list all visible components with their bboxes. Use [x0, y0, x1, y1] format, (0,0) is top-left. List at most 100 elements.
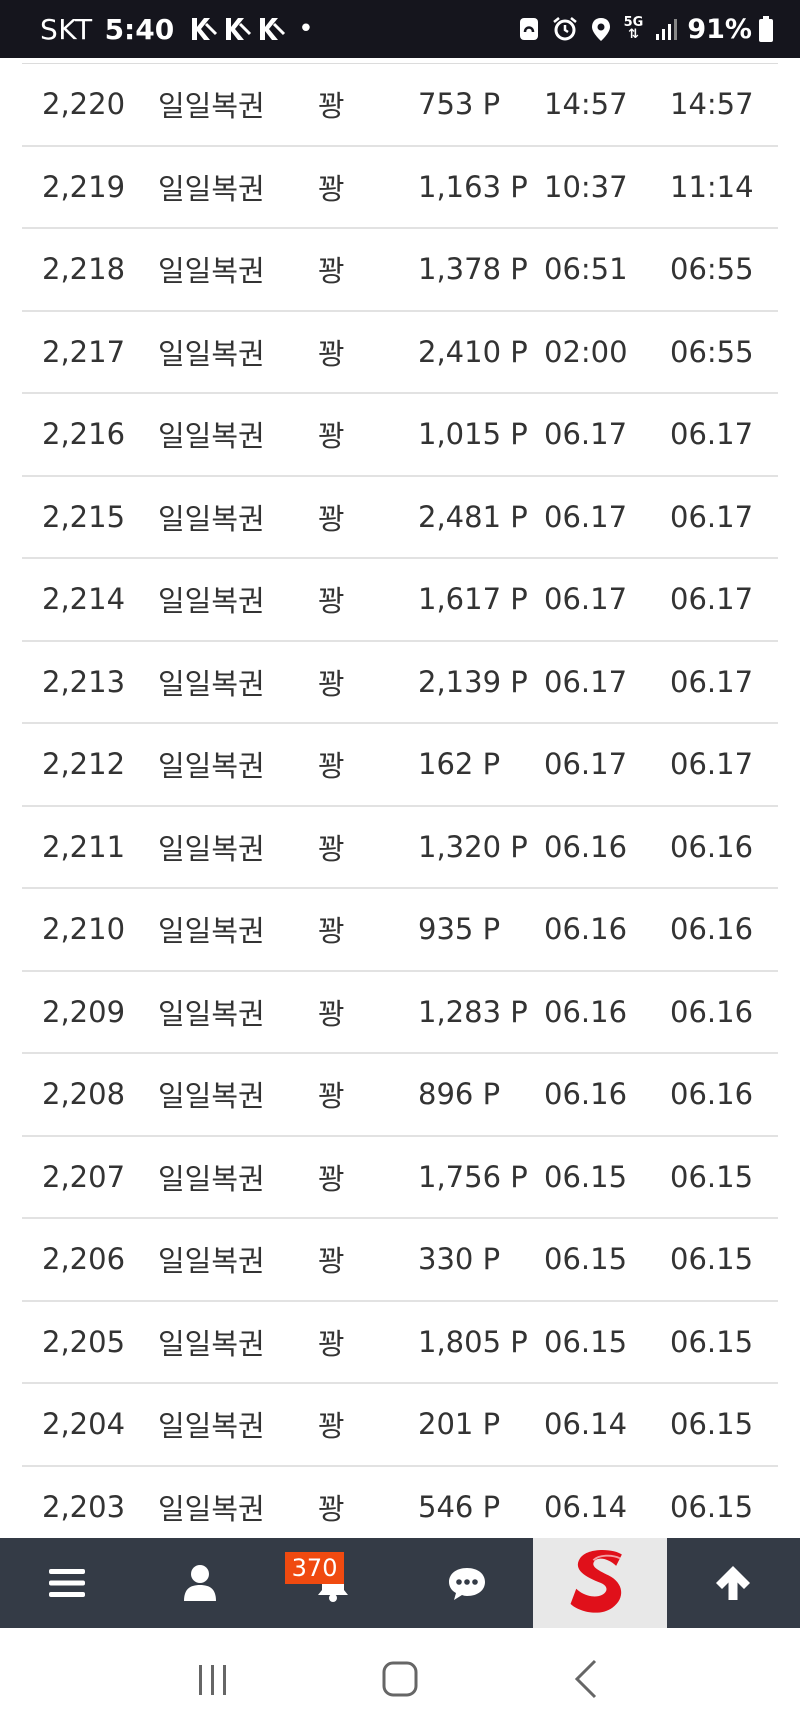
notification-count-badge: 370	[284, 1552, 345, 1584]
end-time: 06.15	[670, 1407, 754, 1442]
lottery-name: 일일복권	[158, 336, 265, 371]
home-button[interactable]	[378, 1657, 422, 1705]
user-icon	[183, 1565, 216, 1601]
recent-apps-button[interactable]	[191, 1657, 235, 1705]
table-row[interactable]: 2,210 일일복권 꽝 935 P 06.16 06.16	[22, 889, 778, 972]
location-icon	[591, 18, 610, 41]
table-row[interactable]: 2,214 일일복권 꽝 1,617 P 06.17 06.17	[22, 559, 778, 642]
notification-button[interactable]: 370	[267, 1538, 400, 1628]
end-time: 06.17	[670, 417, 754, 452]
row-number: 2,205	[42, 1324, 126, 1359]
table-row[interactable]: 2,217 일일복권 꽝 2,410 P 02:00 06:55	[22, 312, 778, 394]
table-row[interactable]: 2,207 일일복권 꽝 1,756 P 06.15 06.15	[22, 1137, 778, 1219]
result-type: 꽝	[318, 419, 345, 454]
end-time: 14:57	[670, 87, 754, 122]
end-time: 06.16	[670, 912, 754, 947]
result-type: 꽝	[318, 171, 345, 206]
table-row[interactable]: 2,209 일일복권 꽝 1,283 P 06.16 06.16	[22, 972, 778, 1054]
back-button[interactable]	[565, 1657, 609, 1705]
lottery-name: 일일복권	[158, 831, 265, 866]
table-row[interactable]: 2,220 일일복권 꽝 753 P 14:57 14:57	[22, 64, 778, 147]
recent-apps-icon	[199, 1665, 227, 1695]
result-type: 꽝	[318, 996, 345, 1031]
result-type: 꽝	[318, 914, 345, 949]
data-arrows: ⇅	[628, 27, 639, 42]
row-number: 2,206	[42, 1242, 126, 1277]
start-time: 06.17	[544, 582, 628, 617]
row-number: 2,220	[42, 87, 126, 122]
lottery-name: 일일복권	[158, 171, 265, 206]
start-time: 06.17	[544, 499, 628, 534]
table-row[interactable]: 2,211 일일복권 꽝 1,320 P 06.16 06.16	[22, 807, 778, 889]
points-value: 330 P	[418, 1242, 501, 1277]
lottery-name: 일일복권	[158, 1409, 265, 1444]
start-time: 02:00	[544, 334, 628, 369]
chat-button[interactable]	[400, 1538, 533, 1628]
table-row[interactable]: 2,212 일일복권 꽝 162 P 06.17 06.17	[22, 724, 778, 807]
start-time: 06.14	[544, 1407, 628, 1442]
result-type: 꽝	[318, 336, 345, 371]
start-time: 06.16	[544, 994, 628, 1029]
start-time: 06:51	[544, 252, 628, 287]
points-value: 1,015 P	[418, 417, 528, 452]
table-row[interactable]: 2,206 일일복권 꽝 330 P 06.15 06.15	[22, 1219, 778, 1302]
k-notification-icon	[260, 18, 286, 40]
system-navigation-bar	[0, 1628, 800, 1734]
end-time: 06.16	[670, 1077, 754, 1112]
lottery-name: 일일복권	[158, 1079, 265, 1114]
table-row[interactable]: 2,205 일일복권 꽝 1,805 P 06.15 06.15	[22, 1302, 778, 1384]
start-time: 06.16	[544, 1077, 628, 1112]
end-time: 06.17	[670, 747, 754, 782]
row-number: 2,207	[42, 1159, 126, 1194]
menu-button[interactable]	[0, 1538, 133, 1628]
end-time: 06.15	[670, 1324, 754, 1359]
end-time: 06.15	[670, 1242, 754, 1277]
start-time: 14:57	[544, 87, 628, 122]
lottery-name: 일일복권	[158, 1244, 265, 1279]
table-row[interactable]: 2,213 일일복권 꽝 2,139 P 06.17 06.17	[22, 642, 778, 724]
clock: 5:40	[104, 12, 175, 46]
table-row[interactable]: 2,204 일일복권 꽝 201 P 06.14 06.15	[22, 1384, 778, 1467]
row-number: 2,213	[42, 664, 126, 699]
table-row[interactable]: 2,219 일일복권 꽝 1,163 P 10:37 11:14	[22, 147, 778, 229]
result-type: 꽝	[318, 1161, 345, 1196]
points-value: 2,481 P	[418, 499, 528, 534]
result-type: 꽝	[318, 501, 345, 536]
table-row[interactable]: 2,215 일일복권 꽝 2,481 P 06.17 06.17	[22, 477, 778, 559]
row-number: 2,209	[42, 994, 126, 1029]
table-row[interactable]: 2,216 일일복권 꽝 1,015 P 06.17 06.17	[22, 394, 778, 477]
user-button[interactable]	[133, 1538, 266, 1628]
end-time: 06.17	[670, 582, 754, 617]
row-number: 2,203	[42, 1489, 126, 1524]
table-row[interactable]: 2,208 일일복권 꽝 896 P 06.16 06.16	[22, 1054, 778, 1137]
row-number: 2,218	[42, 252, 126, 287]
points-value: 1,617 P	[418, 582, 528, 617]
table-row[interactable]: 2,218 일일복권 꽝 1,378 P 06:51 06:55	[22, 229, 778, 312]
result-type: 꽝	[318, 1491, 345, 1526]
end-time: 06.16	[670, 994, 754, 1029]
result-type: 꽝	[318, 89, 345, 124]
bottom-toolbar: 370	[0, 1538, 800, 1628]
start-time: 10:37	[544, 169, 628, 204]
result-type: 꽝	[318, 666, 345, 701]
lottery-history-table: 2,220 일일복권 꽝 753 P 14:57 14:57 2,219 일일복권 꽝 1,163…	[22, 58, 778, 1549]
lottery-name: 일일복권	[158, 914, 265, 949]
start-time: 06.17	[544, 747, 628, 782]
start-time: 06.16	[544, 912, 628, 947]
end-time: 06:55	[670, 334, 754, 369]
points-value: 546 P	[418, 1489, 501, 1524]
points-value: 162 P	[418, 747, 501, 782]
end-time: 06.15	[670, 1489, 754, 1524]
result-type: 꽝	[318, 749, 345, 784]
end-time: 06.17	[670, 664, 754, 699]
lottery-name: 일일복권	[158, 749, 265, 784]
lottery-name: 일일복권	[158, 1161, 265, 1196]
site-logo-button[interactable]	[533, 1538, 667, 1628]
notification-icons	[188, 14, 290, 44]
end-time: 06.17	[670, 499, 754, 534]
scroll-top-button[interactable]	[667, 1538, 800, 1628]
site-logo	[570, 1549, 622, 1613]
lottery-name: 일일복권	[158, 501, 265, 536]
start-time: 06.15	[544, 1324, 628, 1359]
table-row[interactable]: 2,203 일일복권 꽝 546 P 06.14 06.15	[22, 1467, 778, 1549]
